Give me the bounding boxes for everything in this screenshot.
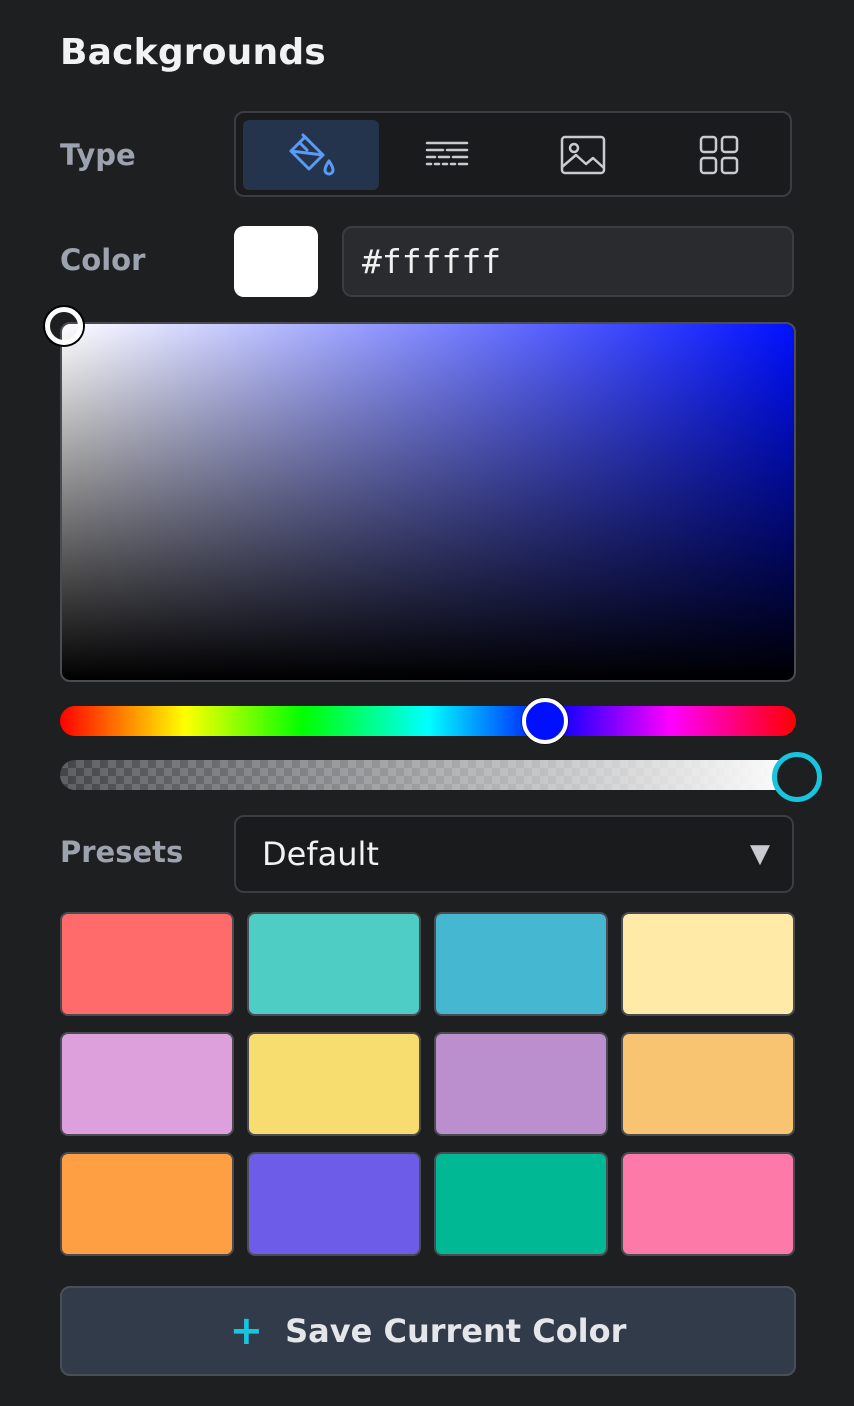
preset-swatch[interactable] <box>60 1032 234 1136</box>
type-gradient-button[interactable] <box>379 120 515 190</box>
type-image-button[interactable] <box>515 120 651 190</box>
preset-swatch-grid <box>60 912 796 1256</box>
preset-swatch[interactable] <box>621 912 795 1016</box>
paint-bucket-icon <box>289 133 335 176</box>
presets-selected-value: Default <box>262 835 379 873</box>
save-button-label: Save Current Color <box>285 1312 627 1350</box>
type-selector <box>234 111 792 197</box>
image-icon <box>560 135 606 175</box>
hex-color-input[interactable] <box>342 226 794 297</box>
preset-swatch[interactable] <box>621 1032 795 1136</box>
hue-slider[interactable] <box>60 706 796 736</box>
gradient-lines-icon <box>425 141 469 166</box>
saturation-picker[interactable] <box>60 322 796 682</box>
type-label: Type <box>60 138 136 172</box>
type-solid-button[interactable] <box>243 120 379 190</box>
preset-swatch[interactable] <box>60 1152 234 1256</box>
chevron-down-icon: ▼ <box>750 839 770 869</box>
type-pattern-button[interactable] <box>651 120 787 190</box>
saturation-handle[interactable] <box>45 307 83 345</box>
preset-swatch[interactable] <box>247 1152 421 1256</box>
plus-icon: + <box>229 1308 264 1354</box>
alpha-slider[interactable] <box>60 760 800 790</box>
preset-swatch[interactable] <box>621 1152 795 1256</box>
preset-swatch[interactable] <box>60 912 234 1016</box>
preset-swatch[interactable] <box>434 1032 608 1136</box>
color-label: Color <box>60 243 146 277</box>
save-current-color-button[interactable]: + Save Current Color <box>60 1286 796 1376</box>
panel-title: Backgrounds <box>60 32 326 73</box>
presets-label: Presets <box>60 835 184 869</box>
hue-handle[interactable] <box>522 698 568 744</box>
preset-swatch[interactable] <box>434 1152 608 1256</box>
color-preview-swatch[interactable] <box>234 226 318 297</box>
alpha-handle[interactable] <box>772 752 822 802</box>
presets-dropdown[interactable]: Default ▼ <box>234 815 794 893</box>
preset-swatch[interactable] <box>434 912 608 1016</box>
preset-swatch[interactable] <box>247 1032 421 1136</box>
pattern-grid-icon <box>699 135 739 175</box>
preset-swatch[interactable] <box>247 912 421 1016</box>
